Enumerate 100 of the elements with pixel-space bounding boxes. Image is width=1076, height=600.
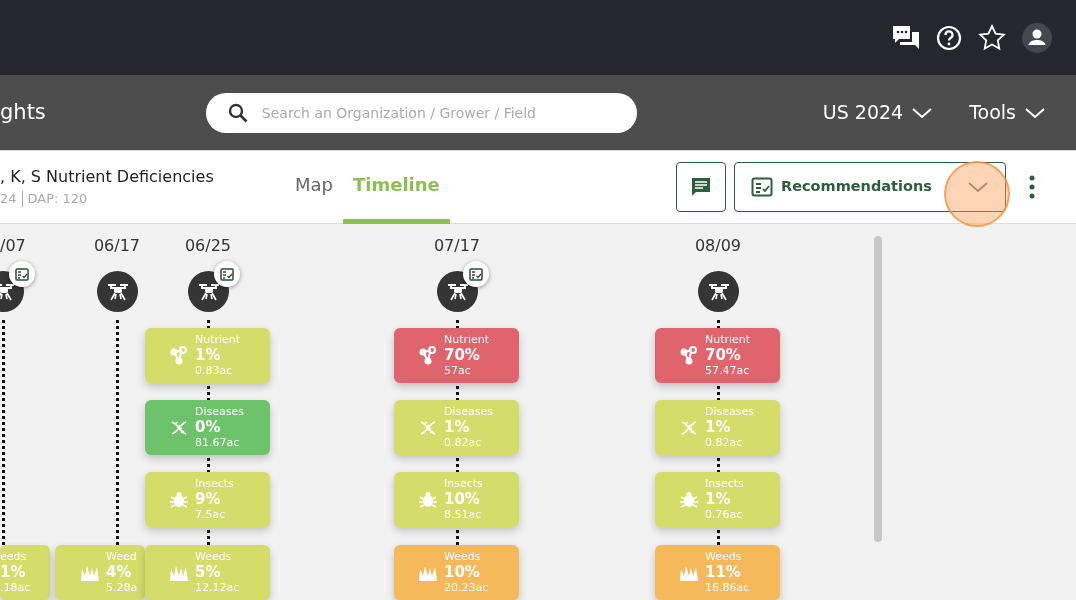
category-label: Nutrient <box>444 333 490 347</box>
search-icon <box>227 102 248 123</box>
avatar-icon[interactable] <box>1022 22 1052 53</box>
nutrient-icon <box>169 345 189 366</box>
view-tab[interactable]: Timeline <box>343 150 450 224</box>
acres-value: 81.67ac <box>195 436 241 450</box>
observation-card[interactable]: Insects 1% 0.76ac <box>655 472 780 527</box>
category-label: Weeds <box>444 550 482 564</box>
caret-icon <box>1024 106 1046 119</box>
report-icon <box>469 267 483 281</box>
acres-value: 0.82ac <box>705 436 744 450</box>
observation-card[interactable]: Diseases 1% 0.82ac <box>655 400 780 455</box>
acres-value: 57ac <box>444 364 472 378</box>
category-label: Insects <box>705 477 744 491</box>
caret-icon <box>911 106 934 119</box>
drone-button[interactable] <box>97 271 138 312</box>
percent-value: 70% <box>444 347 481 364</box>
nutrient-icon <box>679 345 699 366</box>
observation-card[interactable]: Weeds 5% 12.12ac <box>145 545 270 600</box>
category-label: Insects <box>195 477 234 491</box>
category-label: Diseases <box>195 405 244 419</box>
category-label: eeds <box>0 550 28 564</box>
percent-value: 11% <box>705 564 742 581</box>
acres-value: 12.12ac <box>195 581 240 595</box>
category-label: Nutrient <box>195 333 241 347</box>
star-icon[interactable] <box>978 24 1006 51</box>
chat-icon[interactable] <box>892 24 920 51</box>
drone-icon <box>706 281 731 302</box>
app-title: ghts <box>0 98 46 126</box>
category-label: Nutrient <box>705 333 751 347</box>
percent-value: 1% <box>195 347 222 364</box>
observation-card[interactable]: Insects 10% 8.51ac <box>394 472 519 527</box>
acres-value: 7.5ac <box>195 508 227 522</box>
observation-card[interactable]: Nutrient 70% 57.47ac <box>655 328 780 383</box>
observation-card[interactable]: Weeds 10% 20.23ac <box>394 545 519 600</box>
observation-card[interactable]: eeds 1% .18ac <box>0 545 50 600</box>
date-label: 06/25 <box>184 235 232 257</box>
help-icon[interactable] <box>936 24 962 51</box>
comment-button[interactable] <box>676 162 726 212</box>
report-icon <box>15 267 29 281</box>
season-dropdown[interactable]: US 2024 <box>816 97 940 128</box>
date-label: /07 <box>0 235 26 257</box>
category-label: Weeds <box>705 550 743 564</box>
category-label: Weed <box>106 550 138 564</box>
acres-value: 0.82ac <box>444 436 483 450</box>
nutrient-icon <box>418 345 438 366</box>
report-icon <box>220 267 234 281</box>
acres-value: 0.76ac <box>705 508 744 522</box>
search-field[interactable]: Search an Organization / Grower / Field <box>205 92 637 133</box>
bug-icon <box>169 489 189 510</box>
percent-value: 1% <box>0 564 27 581</box>
acres-value: 57.47ac <box>705 364 751 378</box>
field-title: , K, S Nutrient Deficiencies <box>0 166 215 189</box>
observation-card[interactable]: Diseases 1% 0.82ac <box>394 400 519 455</box>
percent-value: 5% <box>195 564 222 581</box>
drone-button[interactable] <box>698 271 739 312</box>
observation-card[interactable]: Diseases 0% 81.67ac <box>145 400 270 455</box>
category-label: Diseases <box>705 405 754 419</box>
drone-icon <box>105 281 130 302</box>
acres-value: 16.86ac <box>705 581 750 595</box>
drone-icon <box>445 281 470 302</box>
drone-icon <box>196 281 221 302</box>
observation-card[interactable]: Weeds 11% 16.86ac <box>655 545 780 600</box>
scrollbar[interactable] <box>874 236 882 542</box>
observation-card[interactable]: Insects 9% 7.5ac <box>145 472 270 527</box>
report-badge[interactable] <box>463 261 489 287</box>
percent-value: 1% <box>444 419 471 436</box>
report-badge[interactable] <box>9 261 35 287</box>
view-tab[interactable]: Map <box>285 150 343 224</box>
percent-value: 9% <box>195 491 222 508</box>
recommendations-dropdown[interactable]: Recommendations <box>734 162 1006 212</box>
observation-card[interactable]: Nutrient 1% 0.83ac <box>145 328 270 383</box>
caret-icon <box>967 181 989 193</box>
drone-icon <box>0 281 16 302</box>
date-label: 08/09 <box>694 235 742 257</box>
bug-icon <box>679 489 699 510</box>
subtitle-text: 24 <box>0 190 17 209</box>
percent-value: 4% <box>106 564 133 581</box>
percent-value: 70% <box>705 347 742 364</box>
percent-value: 0% <box>195 419 222 436</box>
bug-icon <box>418 489 438 510</box>
observation-card[interactable]: Nutrient 70% 57ac <box>394 328 519 383</box>
report-badge[interactable] <box>214 261 240 287</box>
percent-value: 10% <box>444 491 481 508</box>
percent-value: 10% <box>444 564 481 581</box>
comment-icon <box>690 176 712 198</box>
date-label: 07/17 <box>433 235 481 257</box>
acres-value: 5.28a <box>106 581 138 595</box>
category-label: Insects <box>444 477 483 491</box>
acres-value: 0.83ac <box>195 364 234 378</box>
acres-value: 20.23ac <box>444 581 489 595</box>
tools-dropdown[interactable]: Tools <box>963 97 1052 128</box>
category-label: Diseases <box>444 405 493 419</box>
category-label: Weeds <box>195 550 233 564</box>
observation-card[interactable]: Weed 4% 5.28a <box>55 545 145 600</box>
acres-value: 8.51ac <box>444 508 483 522</box>
acres-value: .18ac <box>0 581 31 595</box>
percent-value: 1% <box>705 419 732 436</box>
date-label: 06/17 <box>93 235 141 257</box>
dap-text: DAP: 120 <box>27 190 88 209</box>
